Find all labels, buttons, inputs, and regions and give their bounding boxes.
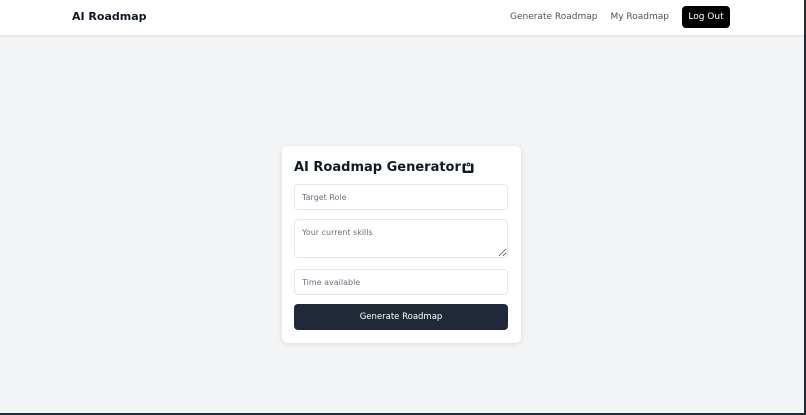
logout-button[interactable]: Log Out xyxy=(682,6,730,28)
app-page: AI Roadmap Generate Roadmap My Roadmap L… xyxy=(0,0,806,415)
nav-link-generate-roadmap[interactable]: Generate Roadmap xyxy=(510,12,597,22)
nav-link-my-roadmap[interactable]: My Roadmap xyxy=(610,12,669,22)
map-icon xyxy=(462,161,474,174)
navbar: AI Roadmap Generate Roadmap My Roadmap L… xyxy=(0,0,804,36)
generate-roadmap-button[interactable]: Generate Roadmap xyxy=(294,304,508,330)
current-skills-textarea[interactable] xyxy=(294,219,508,258)
brand-logo[interactable]: AI Roadmap xyxy=(72,10,147,23)
target-role-input[interactable] xyxy=(294,184,508,210)
page-title-text: AI Roadmap Generator xyxy=(294,160,461,175)
time-available-input[interactable] xyxy=(294,269,508,295)
roadmap-generator-card: AI Roadmap Generator Generate Roadmap xyxy=(282,146,521,343)
nav-links: Generate Roadmap My Roadmap Log Out xyxy=(510,6,730,28)
page-title: AI Roadmap Generator xyxy=(294,160,474,175)
